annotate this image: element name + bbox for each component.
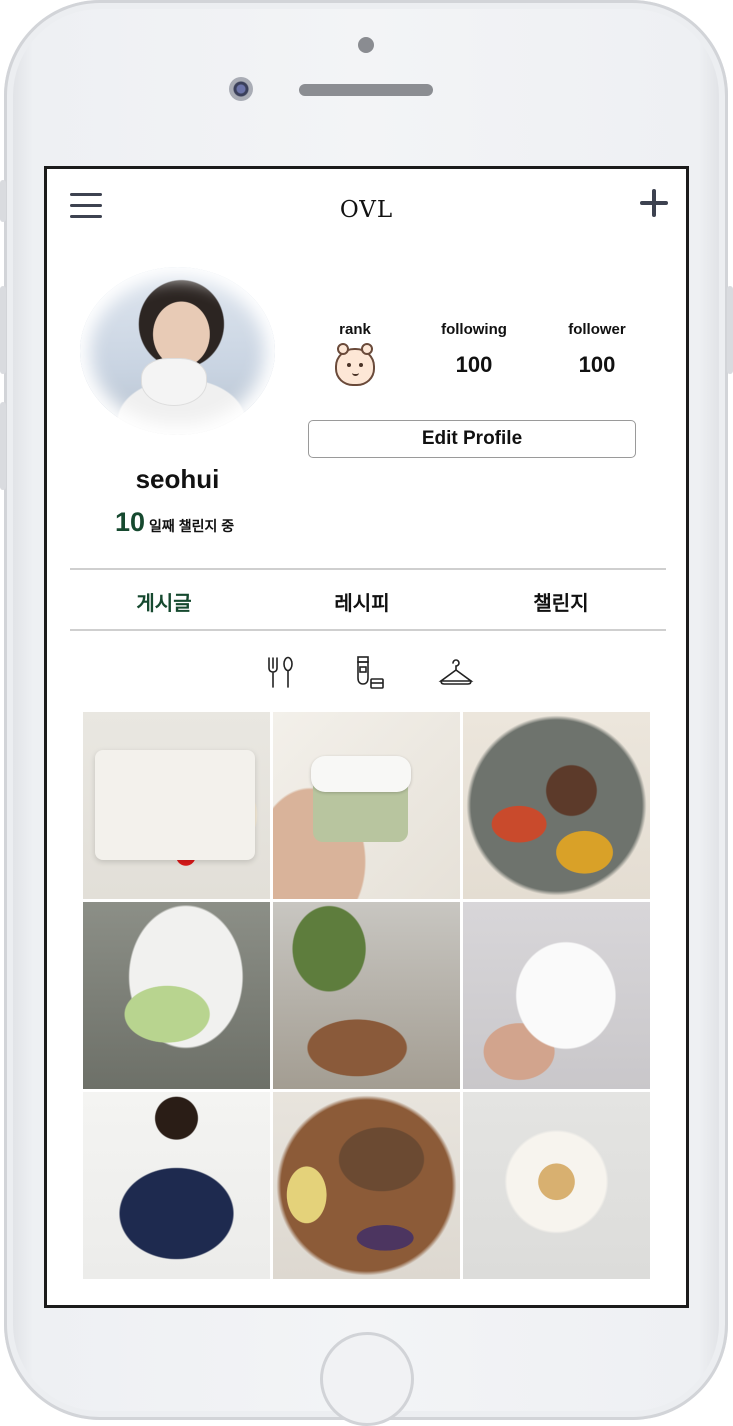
bear-face-icon: [335, 343, 375, 386]
follower-count: 100: [578, 352, 616, 377]
tabs-divider-top: [70, 568, 666, 570]
post-thumbnail[interactable]: [463, 1092, 650, 1279]
phone-speaker: [299, 84, 433, 96]
following-label: following: [441, 321, 507, 338]
edit-profile-button[interactable]: Edit Profile: [308, 420, 636, 458]
challenge-days: 10: [115, 507, 146, 537]
tabs-divider-bottom: [70, 629, 666, 631]
hanger-icon[interactable]: [438, 655, 474, 691]
post-thumbnail[interactable]: [83, 902, 270, 1089]
tab-recipes[interactable]: 레시피: [262, 587, 462, 616]
top-bar: OVL: [47, 169, 686, 249]
tab-challenges[interactable]: 챌린지: [461, 587, 661, 616]
stat-rank[interactable]: rank: [315, 321, 395, 386]
challenge-label: 일째 챌린지 중: [149, 518, 235, 534]
phone-side-button: [0, 180, 6, 222]
post-thumbnail[interactable]: [83, 712, 270, 899]
challenge-status: 10 일째 챌린지 중: [115, 507, 234, 538]
following-count: 100: [455, 352, 493, 377]
app-screen: OVL seohui 10 일째 챌린지 중 rank following 100…: [44, 166, 689, 1308]
stat-following[interactable]: following 100: [424, 321, 524, 378]
phone-sensor: [358, 37, 374, 53]
utensils-icon[interactable]: [263, 655, 299, 691]
post-thumbnail[interactable]: [273, 712, 460, 899]
post-thumbnail[interactable]: [273, 1092, 460, 1279]
add-post-icon[interactable]: [640, 189, 668, 217]
phone-volume-up: [0, 286, 6, 374]
rank-label: rank: [339, 321, 371, 338]
follower-label: follower: [568, 321, 626, 338]
phone-camera: [229, 77, 253, 101]
phone-power-button: [727, 286, 733, 374]
profile-avatar[interactable]: [80, 267, 275, 435]
phone-volume-down: [0, 402, 6, 490]
post-thumbnail[interactable]: [463, 902, 650, 1089]
phone-home-button[interactable]: [320, 1332, 414, 1426]
tab-posts[interactable]: 게시글: [64, 587, 264, 616]
stat-follower[interactable]: follower 100: [547, 321, 647, 378]
post-grid: [83, 712, 652, 1282]
post-thumbnail[interactable]: [83, 1092, 270, 1279]
app-title: OVL: [339, 197, 394, 223]
post-thumbnail[interactable]: [463, 712, 650, 899]
post-thumbnail[interactable]: [273, 902, 460, 1089]
cosmetics-icon[interactable]: [352, 655, 388, 691]
username: seohui: [135, 464, 220, 494]
